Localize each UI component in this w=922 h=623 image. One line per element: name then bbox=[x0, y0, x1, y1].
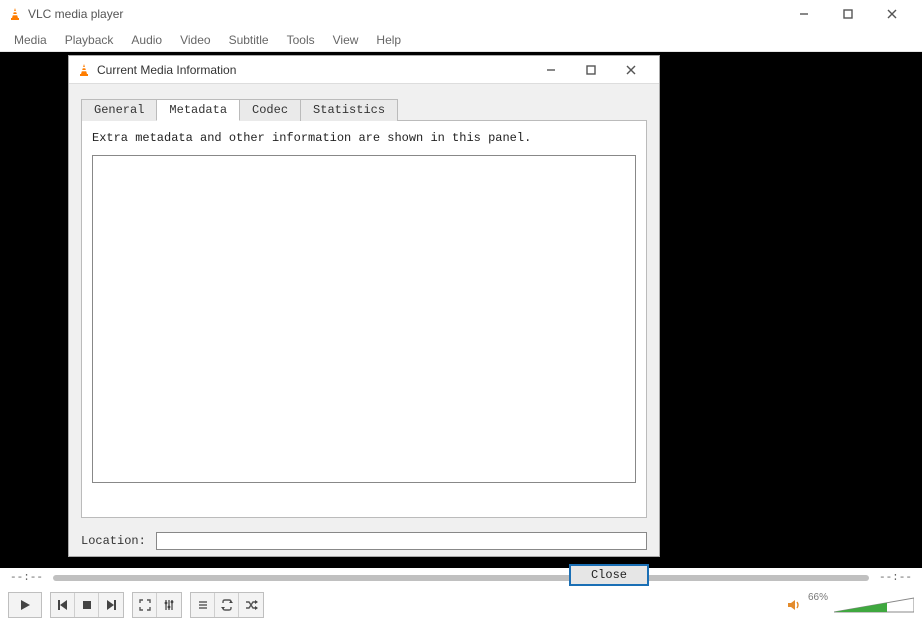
menu-help[interactable]: Help bbox=[368, 31, 409, 49]
play-button[interactable] bbox=[8, 592, 42, 618]
location-label: Location: bbox=[81, 534, 146, 548]
total-time: --:-- bbox=[879, 572, 912, 584]
dialog-titlebar[interactable]: Current Media Information bbox=[69, 56, 659, 84]
volume-slider[interactable] bbox=[834, 596, 914, 614]
menu-subtitle[interactable]: Subtitle bbox=[221, 31, 277, 49]
stop-button[interactable] bbox=[75, 593, 99, 617]
menu-audio[interactable]: Audio bbox=[123, 31, 170, 49]
menu-tools[interactable]: Tools bbox=[279, 31, 323, 49]
metadata-panel-label: Extra metadata and other information are… bbox=[92, 131, 636, 145]
loop-button[interactable] bbox=[215, 593, 239, 617]
extended-settings-button[interactable] bbox=[157, 593, 181, 617]
dialog-close-action-button[interactable]: Close bbox=[569, 564, 649, 586]
menu-playback[interactable]: Playback bbox=[57, 31, 122, 49]
menubar: Media Playback Audio Video Subtitle Tool… bbox=[0, 28, 922, 52]
volume-label: 66% bbox=[808, 592, 828, 603]
dialog-title: Current Media Information bbox=[97, 63, 236, 77]
next-button[interactable] bbox=[99, 593, 123, 617]
shuffle-button[interactable] bbox=[239, 593, 263, 617]
tab-metadata[interactable]: Metadata bbox=[156, 99, 240, 121]
menu-video[interactable]: Video bbox=[172, 31, 218, 49]
previous-button[interactable] bbox=[51, 593, 75, 617]
vlc-cone-icon bbox=[77, 63, 91, 77]
playlist-button[interactable] bbox=[191, 593, 215, 617]
dialog-minimize-button[interactable] bbox=[531, 58, 571, 82]
window-maximize-button[interactable] bbox=[826, 0, 870, 28]
tab-statistics[interactable]: Statistics bbox=[300, 99, 398, 121]
tab-general[interactable]: General bbox=[81, 99, 157, 121]
dialog-tabs: General Metadata Codec Statistics bbox=[81, 98, 647, 120]
speaker-icon[interactable] bbox=[786, 597, 802, 613]
menu-media[interactable]: Media bbox=[6, 31, 55, 49]
tab-panel-metadata: Extra metadata and other information are… bbox=[81, 120, 647, 518]
dialog-close-button[interactable] bbox=[611, 58, 651, 82]
window-titlebar: VLC media player bbox=[0, 0, 922, 28]
elapsed-time: --:-- bbox=[10, 572, 43, 584]
dialog-maximize-button[interactable] bbox=[571, 58, 611, 82]
tab-codec[interactable]: Codec bbox=[239, 99, 301, 121]
window-close-button[interactable] bbox=[870, 0, 914, 28]
location-input[interactable] bbox=[156, 532, 647, 550]
window-title: VLC media player bbox=[28, 7, 123, 21]
metadata-listbox[interactable] bbox=[92, 155, 636, 483]
fullscreen-button[interactable] bbox=[133, 593, 157, 617]
window-minimize-button[interactable] bbox=[782, 0, 826, 28]
menu-view[interactable]: View bbox=[325, 31, 367, 49]
media-info-dialog: Current Media Information General Metada… bbox=[68, 55, 660, 557]
video-area: Current Media Information General Metada… bbox=[0, 52, 922, 568]
vlc-cone-icon bbox=[8, 7, 22, 21]
